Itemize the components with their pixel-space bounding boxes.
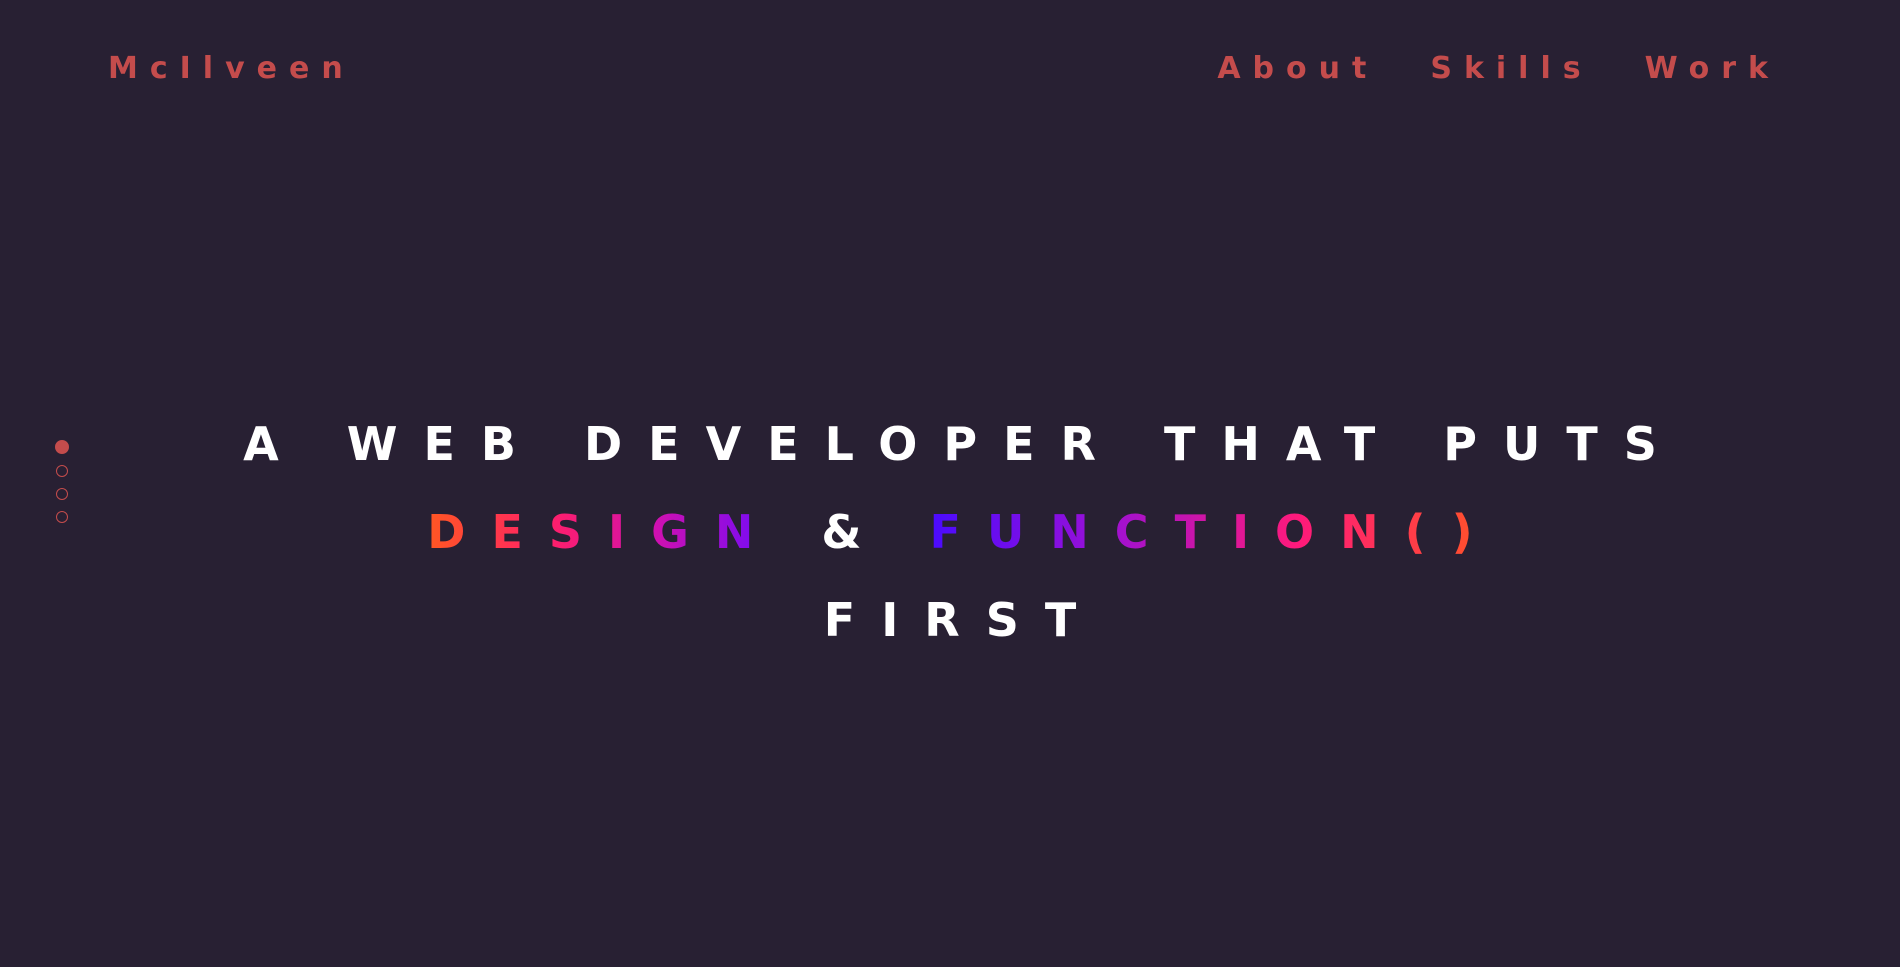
hero-line-2: DESIGN & FUNCTION() xyxy=(0,488,1900,576)
hero-ampersand: & xyxy=(821,505,888,559)
nav-link-work[interactable]: Work xyxy=(1645,50,1780,88)
hero-word-design: DESIGN xyxy=(427,505,780,559)
brand-logo[interactable]: McIlveen xyxy=(108,50,355,88)
hero-line-3: FIRST xyxy=(823,593,1103,647)
hero-word-function: FUNCTION() xyxy=(929,505,1499,559)
hero-headline: A WEB DEVELOPER THAT PUTS DESIGN & FUNCT… xyxy=(0,400,1900,664)
nav-link-skills[interactable]: Skills xyxy=(1430,50,1592,88)
main-nav: About Skills Work xyxy=(1217,50,1780,88)
nav-link-about[interactable]: About xyxy=(1217,50,1378,88)
hero-line-1: A WEB DEVELOPER THAT PUTS xyxy=(243,417,1683,471)
